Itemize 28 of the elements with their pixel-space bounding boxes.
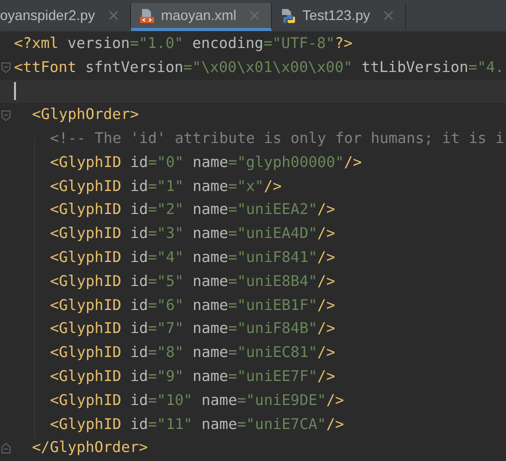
- close-icon[interactable]: [108, 11, 118, 20]
- code-line: <?xml version="1.0" encoding="UTF-8"?>: [14, 34, 353, 54]
- code-line: <GlyphID id="5" name="uniE8B4"/>: [50, 272, 336, 292]
- python-file-icon: [280, 8, 296, 24]
- code-line: <GlyphID id="4" name="uniF841"/>: [50, 248, 336, 268]
- close-icon[interactable]: [384, 11, 394, 20]
- code-line: <GlyphID id="8" name="uniEC81"/>: [50, 343, 336, 364]
- code-line: <GlyphID id="6" name="uniEB1F"/>: [50, 296, 336, 316]
- code-line: <GlyphID id="11" name="uniE7CA"/>: [50, 414, 344, 435]
- code-line: <GlyphID id="0" name="glyph00000"/>: [50, 152, 362, 173]
- xml-file-icon: [138, 8, 155, 24]
- code-line: <GlyphID id="7" name="uniF84B"/>: [50, 319, 336, 340]
- code-line: <GlyphID id="3" name="uniEA4D"/>: [50, 224, 336, 244]
- code-line: <GlyphID id="10" name="uniE9DE"/>: [50, 390, 344, 411]
- fold-icon[interactable]: [1, 110, 11, 121]
- code-line: <ttFont sfntVersion="\x00\x01\x00\x00" ttLibVersion="4.: [14, 58, 504, 78]
- fold-end-icon[interactable]: [1, 442, 11, 454]
- code-line: <GlyphID id="1" name="x"/>: [50, 176, 282, 197]
- code-line: <!-- The 'id' attribute is only for humans; it is i: [50, 128, 504, 149]
- editor-tab[interactable]: oyanspider2.py: [0, 3, 131, 31]
- code-line: <GlyphID id="2" name="uniEEA2"/>: [50, 200, 336, 220]
- fold-icon[interactable]: [1, 62, 11, 74]
- code-line: </GlyphOrder>: [32, 438, 148, 458]
- code-line: <GlyphID id="9" name="uniEE7F"/>: [50, 366, 336, 387]
- close-icon[interactable]: [250, 11, 260, 20]
- editor-tab[interactable]: maoyan.xml: [130, 3, 272, 31]
- text-cursor: [14, 82, 16, 100]
- code-line: <GlyphOrder>: [32, 105, 139, 126]
